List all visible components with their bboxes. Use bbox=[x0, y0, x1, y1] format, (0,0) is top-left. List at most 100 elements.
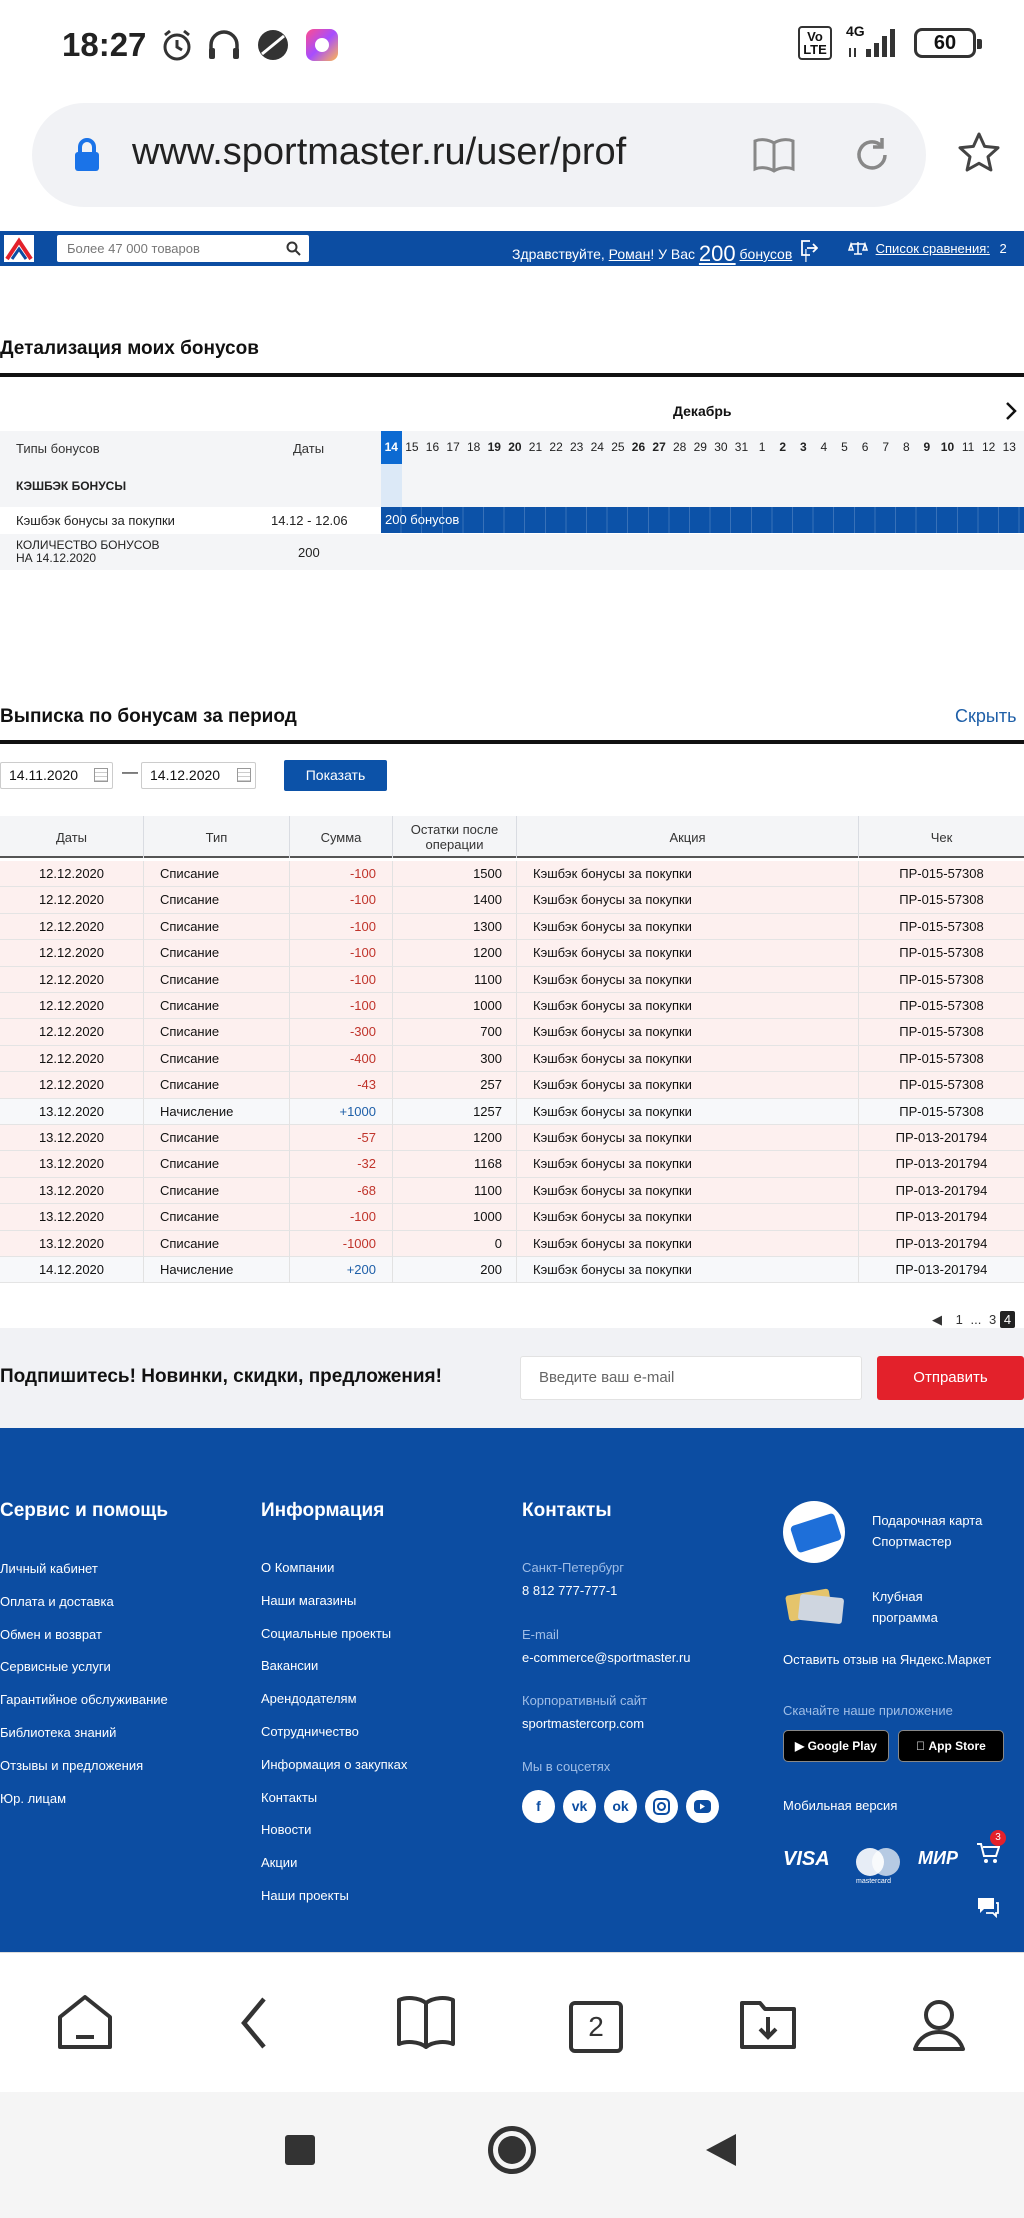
chevron-right-icon[interactable] bbox=[1004, 401, 1018, 421]
cell-date: 13.12.2020 bbox=[0, 1125, 144, 1151]
download-app-label: Скачайте наше приложение bbox=[783, 1703, 953, 1718]
youtube-icon[interactable] bbox=[686, 1790, 719, 1823]
calendar-icon[interactable] bbox=[237, 768, 251, 782]
contact-phone[interactable]: 8 812 777-777-1 bbox=[522, 1583, 617, 1598]
app-store-label: App Store bbox=[922, 1739, 986, 1753]
bookmarks-icon[interactable] bbox=[396, 1993, 456, 2053]
cell-amount: -100 bbox=[290, 887, 393, 914]
search-icon[interactable] bbox=[286, 241, 301, 256]
site-search-input[interactable]: Более 47 000 товаров bbox=[57, 235, 309, 262]
subscribe-email-input[interactable]: Введите ваш e-mail bbox=[520, 1356, 862, 1400]
facebook-icon[interactable]: f bbox=[522, 1790, 555, 1823]
footer: Сервис и помощь Информация Контакты Санк… bbox=[0, 1428, 1024, 1952]
cell-amount: +200 bbox=[290, 1257, 393, 1283]
footer-service-link[interactable]: Оплата и доставка bbox=[0, 1594, 114, 1609]
club-card-image[interactable] bbox=[783, 1588, 845, 1625]
date-to-input[interactable]: 14.12.2020 bbox=[141, 762, 256, 789]
home-icon[interactable] bbox=[54, 1993, 116, 2053]
compare-list-link[interactable]: Список сравнения: 2 bbox=[847, 241, 1007, 256]
app-circle-icon bbox=[258, 30, 288, 60]
page-current[interactable]: 4 bbox=[999, 1311, 1016, 1328]
profile-icon[interactable] bbox=[908, 1993, 970, 2055]
prev-page-icon[interactable]: ◀ bbox=[932, 1312, 942, 1327]
footer-info-link[interactable]: Контакты bbox=[261, 1790, 317, 1805]
show-button[interactable]: Показать bbox=[284, 760, 387, 791]
url-text[interactable]: www.sportmaster.ru/user/prof bbox=[132, 131, 732, 174]
statement-title: Выписка по бонусам за период bbox=[0, 706, 297, 727]
date-from-input[interactable]: 14.11.2020 bbox=[0, 762, 113, 789]
subscribe-send-button[interactable]: Отправить bbox=[877, 1356, 1024, 1400]
footer-info-link[interactable]: Арендодателям bbox=[261, 1691, 357, 1706]
user-name-link[interactable]: Роман bbox=[609, 246, 651, 262]
corp-site-link[interactable]: sportmastercorp.com bbox=[522, 1716, 644, 1731]
footer-service-link[interactable]: Юр. лицам bbox=[0, 1791, 66, 1806]
footer-service-link[interactable]: Обмен и возврат bbox=[0, 1627, 102, 1642]
cell-type: Списание bbox=[144, 913, 290, 940]
club-program-link[interactable]: Клубная программа bbox=[872, 1586, 938, 1628]
instagram-icon[interactable] bbox=[645, 1790, 678, 1823]
google-play-button[interactable]: ▶ Google Play bbox=[783, 1730, 889, 1762]
odnoklassniki-icon[interactable]: ok bbox=[604, 1790, 637, 1823]
back-nav-icon[interactable] bbox=[704, 2132, 738, 2168]
calendar-day: 2 bbox=[779, 440, 787, 454]
gift-card-line1: Подарочная карта bbox=[872, 1513, 983, 1528]
footer-service-link[interactable]: Личный кабинет bbox=[0, 1561, 98, 1576]
bookmark-star-icon[interactable] bbox=[956, 130, 1002, 176]
table-row: 12.12.2020 Списание -43 257 Кэшбэк бонусы за… bbox=[0, 1072, 1024, 1099]
gift-card-image[interactable] bbox=[783, 1501, 845, 1563]
page-3[interactable]: 3 bbox=[989, 1312, 996, 1327]
reload-icon[interactable] bbox=[852, 135, 892, 175]
footer-info-link[interactable]: Информация о закупках bbox=[261, 1757, 407, 1772]
calendar-day: 16 bbox=[425, 440, 440, 454]
system-nav-bar bbox=[0, 2092, 1024, 2218]
app-store-button[interactable]:  App Store bbox=[898, 1730, 1004, 1762]
cart-icon[interactable]: 3 bbox=[976, 1830, 1006, 1869]
footer-info-link[interactable]: О Компании bbox=[261, 1560, 334, 1575]
back-icon[interactable] bbox=[236, 1993, 272, 2053]
calendar-header-row: Типы бонусов Даты 14 15 16 17 18 19 20 21 22 23 24… bbox=[0, 431, 1024, 464]
downloads-icon[interactable] bbox=[738, 1993, 798, 2053]
cell-promo: Кэшбэк бонусы за покупки bbox=[517, 913, 859, 940]
sportmaster-logo[interactable] bbox=[4, 235, 34, 262]
page-1[interactable]: 1 bbox=[956, 1312, 963, 1327]
footer-service-link[interactable]: Библиотека знаний bbox=[0, 1725, 116, 1740]
footer-info-link[interactable]: Наши магазины bbox=[261, 1593, 356, 1608]
footer-info-link[interactable]: Наши проекты bbox=[261, 1888, 349, 1903]
cell-amount: -100 bbox=[290, 913, 393, 940]
cell-date: 12.12.2020 bbox=[0, 940, 144, 967]
footer-info-link[interactable]: Новости bbox=[261, 1822, 311, 1837]
footer-service-link[interactable]: Гарантийное обслуживание bbox=[0, 1692, 168, 1707]
footer-info-link[interactable]: Сотрудничество bbox=[261, 1724, 359, 1739]
subscribe-text: Подпишитесь! Новинки, скидки, предложени… bbox=[0, 1366, 442, 1387]
footer-service-link[interactable]: Сервисные услуги bbox=[0, 1659, 111, 1674]
date-to-value: 14.12.2020 bbox=[150, 767, 221, 783]
vk-icon[interactable]: vk bbox=[563, 1790, 596, 1823]
chat-icon[interactable] bbox=[976, 1896, 1000, 1918]
bonus-link[interactable]: бонусов bbox=[740, 246, 793, 262]
gift-card-link[interactable]: Подарочная карта Спортмастер bbox=[872, 1510, 982, 1552]
table-row: 13.12.2020 Начисление +1000 1257 Кэшбэк бону… bbox=[0, 1098, 1024, 1125]
home-nav-icon[interactable] bbox=[488, 2126, 536, 2174]
reader-mode-icon[interactable] bbox=[752, 137, 796, 173]
footer-service-link[interactable]: Отзывы и предложения bbox=[0, 1758, 143, 1773]
calendar-icon[interactable] bbox=[94, 768, 108, 782]
yandex-review-link[interactable]: Оставить отзыв на Яндекс.Маркет bbox=[783, 1652, 991, 1667]
address-bar[interactable]: www.sportmaster.ru/user/prof bbox=[32, 103, 926, 207]
hide-link[interactable]: Скрыть bbox=[955, 706, 1016, 727]
recents-icon[interactable] bbox=[285, 2135, 315, 2165]
logout-icon[interactable] bbox=[800, 239, 818, 257]
contact-email[interactable]: e-commerce@sportmaster.ru bbox=[522, 1650, 691, 1665]
compare-label[interactable]: Список сравнения: bbox=[876, 241, 990, 256]
total-label-line2: НА 14.12.2020 bbox=[16, 551, 97, 565]
footer-info-link[interactable]: Социальные проекты bbox=[261, 1626, 391, 1641]
cell-type: Списание bbox=[144, 1151, 290, 1178]
mobile-version-link[interactable]: Мобильная версия bbox=[783, 1798, 897, 1813]
footer-info-link[interactable]: Вакансии bbox=[261, 1658, 318, 1673]
tabs-icon[interactable]: 2 bbox=[569, 2001, 623, 2053]
cell-amount: -400 bbox=[290, 1045, 393, 1072]
col-promo: Акция bbox=[517, 816, 859, 858]
bonus-bar[interactable]: 200 бонусов bbox=[381, 507, 1024, 533]
calendar-month: Декабрь bbox=[673, 403, 732, 419]
bonus-count[interactable]: 200 bbox=[699, 241, 736, 266]
footer-info-link[interactable]: Акции bbox=[261, 1855, 297, 1870]
